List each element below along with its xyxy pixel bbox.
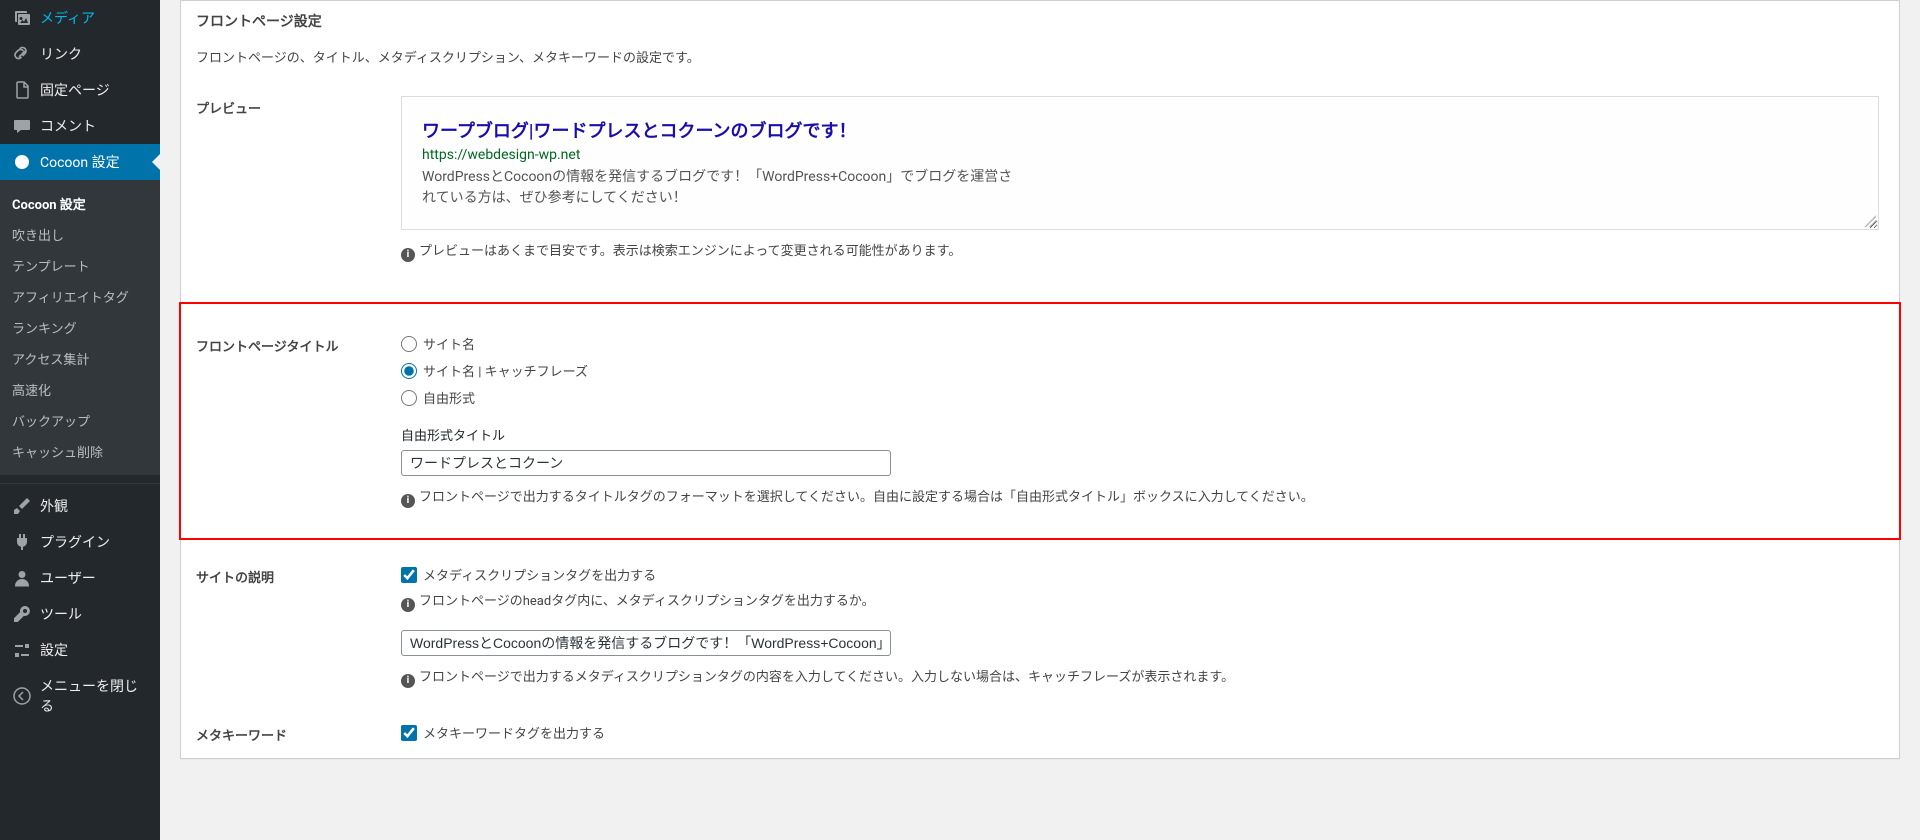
frontpage-section-heading: フロントページ設定 xyxy=(181,1,1899,39)
sidebar-item-label: プラグイン xyxy=(40,532,110,552)
sidebar-item-appearance[interactable]: 外観 xyxy=(0,488,160,524)
sidebar-sub-affiliate[interactable]: アフィリエイトタグ xyxy=(0,281,160,312)
title-radio-sitename-input[interactable] xyxy=(401,336,417,352)
sidebar-item-label: リンク xyxy=(40,44,82,64)
meta-description-input[interactable] xyxy=(401,630,891,656)
free-title-input[interactable] xyxy=(401,450,891,476)
meta-keyword-checkbox[interactable] xyxy=(401,725,417,741)
sidebar-sub-cocoon-settings[interactable]: Cocoon 設定 xyxy=(0,188,160,219)
preview-help-text: プレビューはあくまで目安です。表示は検索エンジンによって変更される可能性がありま… xyxy=(419,244,961,259)
sidebar-sub-template[interactable]: テンプレート xyxy=(0,250,160,281)
sidebar-item-label: コメント xyxy=(40,116,96,136)
frontpage-title-label: フロントページタイトル xyxy=(181,334,401,508)
sidebar-sub-speed[interactable]: 高速化 xyxy=(0,374,160,405)
sidebar-item-pages[interactable]: 固定ページ xyxy=(0,72,160,108)
brush-icon xyxy=(12,496,32,516)
sidebar-item-label: メニューを閉じる xyxy=(40,676,148,716)
title-radio-free-input[interactable] xyxy=(401,390,417,406)
sidebar-item-users[interactable]: ユーザー xyxy=(0,560,160,596)
sidebar-sub-ranking[interactable]: ランキング xyxy=(0,312,160,343)
title-radio-free[interactable]: 自由形式 xyxy=(401,388,1879,407)
resize-handle-icon[interactable] xyxy=(1864,215,1876,227)
serp-url: https://webdesign-wp.net xyxy=(422,147,1858,163)
info-icon: i xyxy=(401,598,415,612)
sidebar-item-label: ユーザー xyxy=(40,568,96,588)
sidebar-item-cocoon[interactable]: Cocoon 設定 xyxy=(0,144,160,180)
frontpage-section-desc: フロントページの、タイトル、メタディスクリプション、メタキーワードの設定です。 xyxy=(181,39,1899,86)
meta-description-checkbox[interactable] xyxy=(401,567,417,583)
sidebar-item-collapse[interactable]: メニューを閉じる xyxy=(0,668,160,724)
serp-title: ワープブログ|ワードプレスとコクーンのブログです！ xyxy=(422,117,1858,143)
sidebar-item-settings[interactable]: 設定 xyxy=(0,632,160,668)
sidebar-item-tools[interactable]: ツール xyxy=(0,596,160,632)
sidebar-item-links[interactable]: リンク xyxy=(0,36,160,72)
meta-keyword-label: メタキーワード xyxy=(181,723,401,748)
sidebar-sub-access[interactable]: アクセス集計 xyxy=(0,343,160,374)
comment-icon xyxy=(12,116,32,136)
meta-description-checkbox-wrapper[interactable]: メタディスクリプションタグを出力する xyxy=(401,565,1879,584)
title-radio-sitename-catch-input[interactable] xyxy=(401,363,417,379)
title-radio-sitename-catch-label: サイト名 | キャッチフレーズ xyxy=(423,361,588,380)
wrench-icon xyxy=(12,604,32,624)
sidebar-item-label: 外観 xyxy=(40,496,68,516)
page-icon xyxy=(12,80,32,100)
sidebar-item-media[interactable]: メディア xyxy=(0,0,160,36)
admin-sidebar: メディア リンク 固定ページ コメント Cocoon 設定 Cocoon 設定 … xyxy=(0,0,160,840)
plugin-icon xyxy=(12,532,32,552)
sidebar-item-label: Cocoon 設定 xyxy=(40,152,120,172)
free-title-sublabel: 自由形式タイトル xyxy=(401,425,1879,444)
serp-preview-box: ワープブログ|ワードプレスとコクーンのブログです！ https://webdes… xyxy=(401,96,1879,230)
title-radio-free-label: 自由形式 xyxy=(423,388,475,407)
cocoon-icon xyxy=(12,152,32,172)
title-radio-sitename-label: サイト名 xyxy=(423,334,475,353)
serp-description: WordPressとCocoonの情報を発信するブログです！「WordPress… xyxy=(422,167,1022,209)
title-radio-sitename[interactable]: サイト名 xyxy=(401,334,1879,353)
sidebar-item-label: 固定ページ xyxy=(40,80,110,100)
sidebar-item-comments[interactable]: コメント xyxy=(0,108,160,144)
title-help-text: フロントページで出力するタイトルタグのフォーマットを選択してください。自由に設定… xyxy=(419,490,1314,505)
title-radio-sitename-catch[interactable]: サイト名 | キャッチフレーズ xyxy=(401,361,1879,380)
site-desc-help2: フロントページで出力するメタディスクリプションタグの内容を入力してください。入力… xyxy=(419,670,1234,685)
sidebar-sub-speech[interactable]: 吹き出し xyxy=(0,219,160,250)
info-icon: i xyxy=(401,248,415,262)
link-icon xyxy=(12,44,32,64)
meta-description-checkbox-label: メタディスクリプションタグを出力する xyxy=(423,565,656,584)
info-icon: i xyxy=(401,494,415,508)
info-icon: i xyxy=(401,674,415,688)
sidebar-item-label: ツール xyxy=(40,604,82,624)
collapse-icon xyxy=(12,686,32,706)
site-desc-help1: フロントページのheadタグ内に、メタディスクリプションタグを出力するか。 xyxy=(419,594,875,609)
sidebar-sub-backup[interactable]: バックアップ xyxy=(0,405,160,436)
preview-label: プレビュー xyxy=(181,96,401,262)
main-content: フロントページ設定 フロントページの、タイトル、メタディスクリプション、メタキー… xyxy=(160,0,1920,840)
sidebar-sub-cache[interactable]: キャッシュ削除 xyxy=(0,436,160,467)
meta-keyword-checkbox-wrapper[interactable]: メタキーワードタグを出力する xyxy=(401,723,1879,742)
user-icon xyxy=(12,568,32,588)
sidebar-item-label: 設定 xyxy=(40,640,68,660)
sidebar-item-label: メディア xyxy=(40,8,95,28)
meta-keyword-checkbox-label: メタキーワードタグを出力する xyxy=(423,723,605,742)
sidebar-submenu: Cocoon 設定 吹き出し テンプレート アフィリエイトタグ ランキング アク… xyxy=(0,180,160,475)
site-description-label: サイトの説明 xyxy=(181,565,401,688)
sidebar-item-plugins[interactable]: プラグイン xyxy=(0,524,160,560)
media-icon xyxy=(12,8,32,28)
sliders-icon xyxy=(12,640,32,660)
